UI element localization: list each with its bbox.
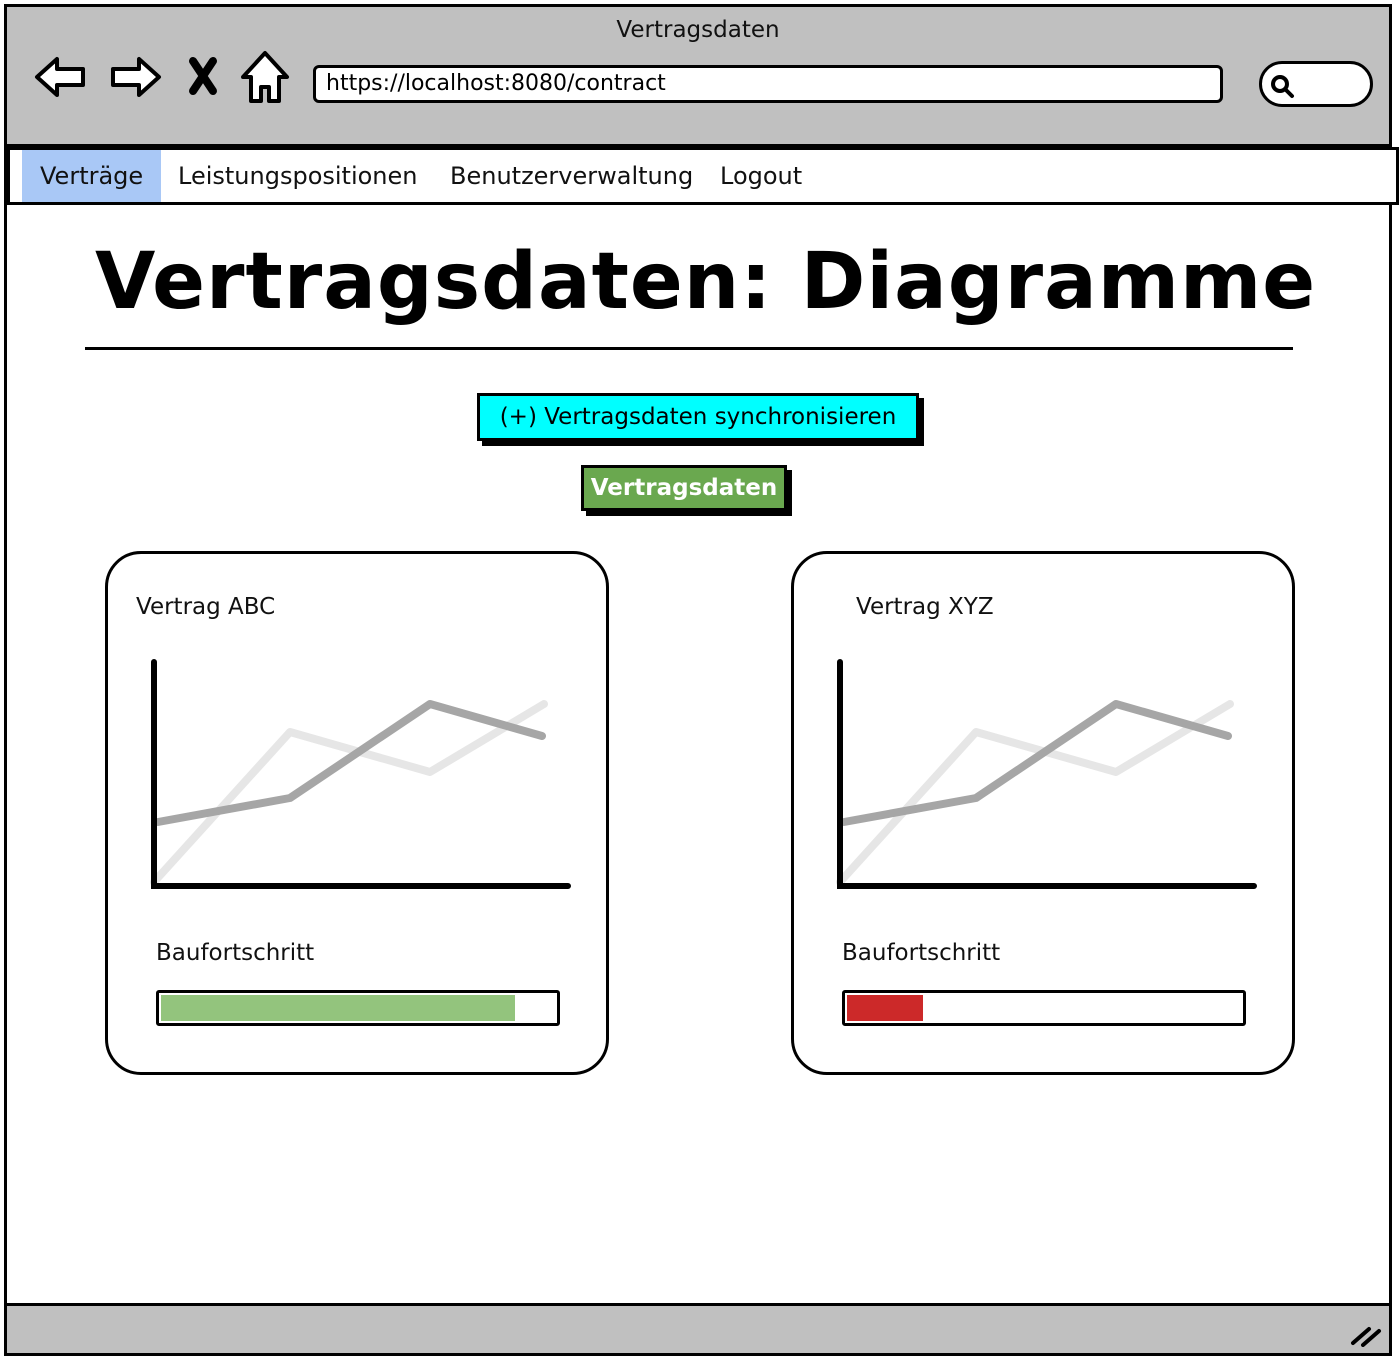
menu-bar: Verträge Leistungspositionen Benutzerver… (7, 147, 1399, 205)
progress-label: Baufortschritt (156, 940, 315, 966)
window-title: Vertragsdaten (616, 17, 780, 43)
home-icon (241, 51, 289, 103)
menu-item-benutzerverwaltung[interactable]: Benutzerverwaltung (432, 150, 711, 202)
title-bar: Vertragsdaten https://localhost:8080/con… (7, 7, 1389, 147)
chart-line-dark (154, 700, 546, 826)
menu-item-logout[interactable]: Logout (702, 150, 820, 202)
menu-item-leistungspositionen[interactable]: Leistungspositionen (160, 150, 436, 202)
browser-window: Vertragsdaten https://localhost:8080/con… (4, 4, 1399, 1356)
contract-card: Vertrag XYZ Baufortschritt (791, 551, 1295, 1075)
chart-axes (151, 659, 571, 889)
card-title: Vertrag XYZ (856, 594, 994, 620)
resize-grip-icon[interactable] (1347, 1317, 1383, 1347)
sync-contract-data-button[interactable]: (+) Vertragsdaten synchronisieren (477, 393, 919, 441)
card-title: Vertrag ABC (136, 594, 276, 620)
title-divider (85, 347, 1293, 350)
forward-button[interactable] (105, 47, 165, 107)
back-arrow-icon (35, 57, 85, 97)
progress-label: Baufortschritt (842, 940, 1001, 966)
progress-bar (156, 990, 560, 1026)
chart-axes (837, 659, 1257, 889)
address-bar[interactable]: https://localhost:8080/contract (313, 65, 1223, 103)
stop-button[interactable] (179, 47, 229, 107)
page-title: Vertragsdaten: Diagramme (95, 237, 1317, 327)
line-chart-placeholder (150, 659, 571, 889)
progress-fill (847, 995, 923, 1021)
home-button[interactable] (235, 47, 295, 107)
status-bar (7, 1303, 1389, 1353)
search-field[interactable] (1259, 61, 1373, 107)
progress-bar (842, 990, 1246, 1026)
chart-line-light (836, 700, 1234, 886)
contract-card: Vertrag ABC Baufortschritt (105, 551, 609, 1075)
chart-line-dark (840, 700, 1232, 826)
line-chart-placeholder (836, 659, 1257, 889)
close-icon (189, 57, 217, 95)
back-button[interactable] (31, 47, 91, 107)
search-icon (1271, 75, 1294, 98)
progress-fill (161, 995, 516, 1021)
forward-arrow-icon (111, 57, 161, 97)
chart-line-light (150, 700, 548, 886)
menu-item-vertraege[interactable]: Verträge (22, 150, 162, 202)
contract-data-button[interactable]: Vertragsdaten (581, 465, 787, 511)
